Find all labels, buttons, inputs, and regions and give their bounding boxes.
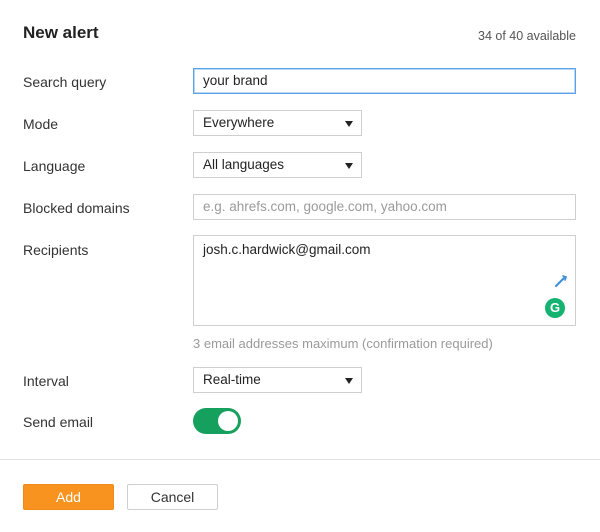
add-button[interactable]: Add [23, 484, 114, 510]
footer-divider [0, 459, 600, 460]
interval-select[interactable]: Real-time [193, 367, 362, 393]
recipient-email: josh.c.hardwick@gmail.com [203, 242, 371, 257]
language-select[interactable]: All languages [193, 152, 362, 178]
send-email-toggle[interactable] [193, 408, 241, 434]
mode-select-value: Everywhere [203, 115, 275, 130]
language-label: Language [23, 158, 86, 174]
interval-label: Interval [23, 373, 69, 389]
recipients-hint: 3 email addresses maximum (confirmation … [193, 336, 493, 351]
blocked-domains-label: Blocked domains [23, 200, 130, 216]
pen-icon[interactable] [554, 274, 568, 288]
mode-select[interactable]: Everywhere [193, 110, 362, 136]
interval-select-value: Real-time [203, 372, 261, 387]
search-query-label: Search query [23, 74, 107, 90]
page-title: New alert [23, 23, 99, 42]
search-query-input[interactable]: your brand [193, 68, 576, 94]
send-email-label: Send email [23, 414, 94, 430]
grammarly-icon[interactable]: G [545, 298, 565, 318]
caret-down-icon [345, 378, 353, 384]
recipients-label: Recipients [23, 242, 89, 258]
blocked-domains-input[interactable]: e.g. ahrefs.com, google.com, yahoo.com [193, 194, 576, 220]
language-select-value: All languages [203, 157, 285, 172]
toggle-knob [218, 411, 238, 431]
recipients-textarea[interactable]: josh.c.hardwick@gmail.com G [193, 235, 576, 326]
caret-down-icon [345, 163, 353, 169]
mode-label: Mode [23, 116, 59, 132]
cancel-button[interactable]: Cancel [127, 484, 218, 510]
caret-down-icon [345, 121, 353, 127]
quota-counter: 34 of 40 available [478, 29, 576, 43]
